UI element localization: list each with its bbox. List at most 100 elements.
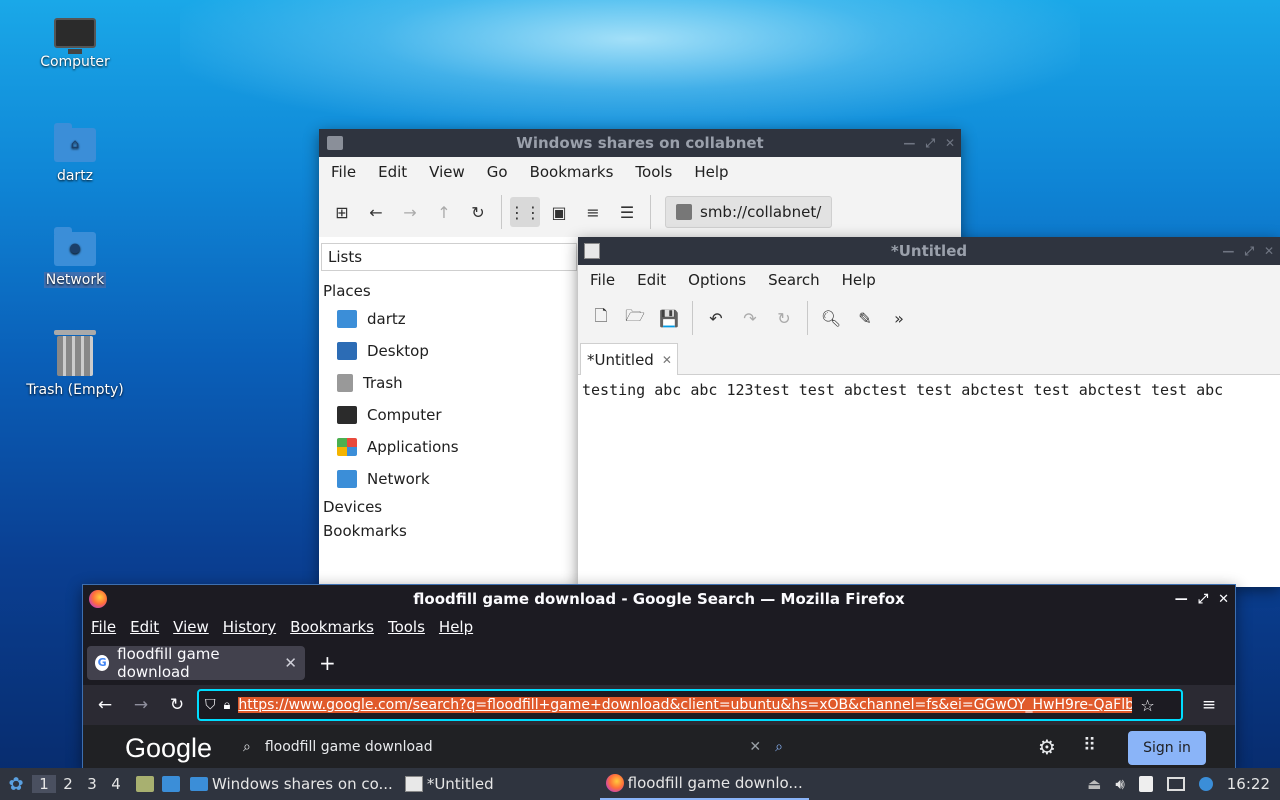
menu-tools[interactable]: Tools <box>388 618 425 636</box>
lock-icon[interactable]: 🔒︎ <box>224 698 231 713</box>
url-text[interactable]: https://www.google.com/search?q=floodfil… <box>238 697 1133 713</box>
new-file-icon[interactable]: 🗋 <box>586 303 616 333</box>
computer-icon <box>54 18 96 54</box>
menu-options[interactable]: Options <box>688 271 746 289</box>
maximize-icon[interactable]: ⤢ <box>1198 592 1208 607</box>
menu-history[interactable]: History <box>223 618 276 636</box>
side-pane-selector[interactable]: Lists <box>321 243 577 271</box>
menu-file[interactable]: File <box>331 163 356 181</box>
bookmark-star-icon[interactable]: ☆ <box>1140 696 1154 715</box>
desktop-icon-label: dartz <box>56 168 94 184</box>
trash-icon <box>54 330 96 376</box>
shield-icon[interactable]: ⛉ <box>205 697 216 713</box>
menu-go[interactable]: Go <box>487 163 508 181</box>
text-editor-titlebar[interactable]: *Untitled — ⤢ ✕ <box>578 237 1280 265</box>
url-bar[interactable]: ⛉ 🔒︎ https://www.google.com/search?q=flo… <box>197 689 1183 721</box>
task-text-editor[interactable]: *Untitled <box>399 768 500 800</box>
file-manager-titlebar[interactable]: Windows shares on collabnet — ⤢ ✕ <box>319 129 961 157</box>
replace-icon[interactable]: ✎ <box>850 303 880 333</box>
text-editor-content[interactable]: testing abc abc 123test test abctest tes… <box>578 375 1280 405</box>
desktop-icon-network[interactable]: ● Network <box>15 227 135 288</box>
revert-icon[interactable]: ↻ <box>769 303 799 333</box>
up-icon[interactable]: ↑ <box>429 197 459 227</box>
save-icon[interactable]: 💾 <box>654 303 684 333</box>
search-submit-icon[interactable]: ⌕ <box>775 739 783 755</box>
menu-view[interactable]: View <box>173 618 209 636</box>
desktop-icon-dartz[interactable]: ⌂ dartz <box>15 123 135 184</box>
close-tab-icon[interactable]: ✕ <box>662 353 672 367</box>
menu-file[interactable]: File <box>91 618 116 636</box>
menu-file[interactable]: File <box>590 271 615 289</box>
browser-tab[interactable]: G floodfill game download ✕ <box>87 645 305 681</box>
detailed-list-icon[interactable]: ☰ <box>612 197 642 227</box>
menu-help[interactable]: Help <box>842 271 876 289</box>
forward-icon[interactable]: → <box>395 197 425 227</box>
open-folder-icon[interactable]: 🗁 <box>620 303 650 333</box>
back-icon[interactable]: ← <box>361 197 391 227</box>
redo-icon[interactable]: ↷ <box>735 303 765 333</box>
workspace-4[interactable]: 4 <box>104 775 128 793</box>
workspace-2[interactable]: 2 <box>56 775 80 793</box>
page-content: Google ⌕ floodfill game download ✕ ⌕ ⚙ ⠿… <box>83 725 1235 771</box>
menu-help[interactable]: Help <box>694 163 728 181</box>
desktop-icon-trash[interactable]: Trash (Empty) <box>15 330 135 398</box>
settings-gear-icon[interactable]: ⚙ <box>1038 735 1056 759</box>
menu-edit[interactable]: Edit <box>130 618 159 636</box>
menu-edit[interactable]: Edit <box>378 163 407 181</box>
apps-grid-icon[interactable]: ⠿ <box>1083 735 1096 756</box>
new-tab-icon[interactable]: ⊞ <box>327 197 357 227</box>
browser-titlebar[interactable]: floodfill game download - Google Search … <box>83 585 1235 613</box>
tab-untitled[interactable]: *Untitled ✕ <box>580 343 678 375</box>
close-tab-icon[interactable]: ✕ <box>284 654 297 672</box>
home-folder-icon <box>337 310 357 328</box>
google-logo[interactable]: Google <box>125 733 212 764</box>
file-manager-launcher-icon[interactable] <box>136 776 154 792</box>
eject-icon[interactable]: ⏏ <box>1087 775 1101 793</box>
menu-edit[interactable]: Edit <box>637 271 666 289</box>
network-status-icon[interactable] <box>1166 777 1185 791</box>
volume-icon[interactable]: 🔊︎ <box>1115 775 1124 793</box>
close-icon[interactable]: ✕ <box>1264 244 1274 258</box>
menu-view[interactable]: View <box>429 163 465 181</box>
desktop-icon-computer[interactable]: Computer <box>15 18 135 70</box>
location-path-button[interactable]: smb://collabnet/ <box>665 196 833 228</box>
minimize-icon[interactable]: — <box>1175 592 1188 607</box>
workspace-3[interactable]: 3 <box>80 775 104 793</box>
back-icon[interactable]: ← <box>89 689 121 721</box>
notification-icon[interactable] <box>1198 777 1213 791</box>
start-menu-icon[interactable]: ✿ <box>0 774 32 795</box>
clear-icon[interactable]: ✕ <box>749 739 761 755</box>
thumbnail-view-icon[interactable]: ▣ <box>544 197 574 227</box>
task-file-manager[interactable]: Windows shares on co... <box>184 768 399 800</box>
app-menu-icon[interactable]: ≡ <box>1193 689 1225 721</box>
maximize-icon[interactable]: ⤢ <box>925 136 935 151</box>
search-input[interactable]: floodfill game download <box>265 739 736 755</box>
close-icon[interactable]: ✕ <box>945 136 955 150</box>
forward-icon[interactable]: → <box>125 689 157 721</box>
menu-tools[interactable]: Tools <box>635 163 672 181</box>
minimize-icon[interactable]: — <box>903 136 915 150</box>
clipboard-icon[interactable] <box>1138 776 1153 792</box>
undo-icon[interactable]: ↶ <box>701 303 731 333</box>
menu-search[interactable]: Search <box>768 271 820 289</box>
search-box[interactable]: ⌕ floodfill game download ✕ ⌕ <box>243 731 783 763</box>
task-browser[interactable]: floodfill game downlo... <box>599 768 809 800</box>
workspace-1[interactable]: 1 <box>32 775 56 793</box>
show-desktop-icon[interactable] <box>162 776 180 792</box>
menu-help[interactable]: Help <box>439 618 473 636</box>
menu-bookmarks[interactable]: Bookmarks <box>530 163 614 181</box>
menu-bookmarks[interactable]: Bookmarks <box>290 618 374 636</box>
reload-icon[interactable]: ↻ <box>463 197 493 227</box>
side-pane-label: Lists <box>328 248 363 266</box>
clock[interactable]: 16:22 <box>1227 775 1270 793</box>
icon-view-icon[interactable]: ⋮⋮ <box>509 197 541 227</box>
maximize-icon[interactable]: ⤢ <box>1244 244 1254 259</box>
new-tab-icon[interactable]: + <box>319 651 336 675</box>
minimize-icon[interactable]: — <box>1222 244 1234 258</box>
more-icon[interactable]: » <box>884 303 914 333</box>
reload-icon[interactable]: ↻ <box>161 689 193 721</box>
sign-in-button[interactable]: Sign in <box>1128 731 1206 765</box>
compact-view-icon[interactable]: ≡ <box>578 197 608 227</box>
find-icon[interactable]: 🔍︎ <box>816 303 846 333</box>
close-icon[interactable]: ✕ <box>1218 592 1229 607</box>
